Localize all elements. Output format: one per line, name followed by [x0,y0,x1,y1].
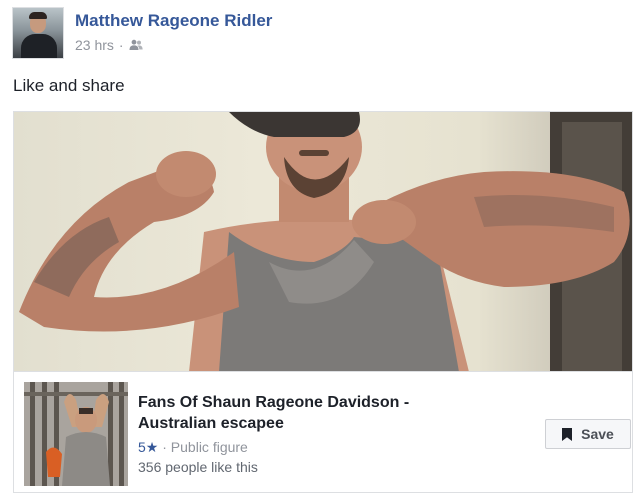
page-title[interactable]: Fans Of Shaun Rageone Davidson - Austral… [138,392,468,434]
post-meta: 23 hrs · [75,37,143,53]
save-button[interactable]: Save [545,419,631,449]
subtitle-separator: · [162,439,167,455]
post-timestamp[interactable]: 23 hrs [75,37,114,53]
page-likes: 356 people like this [138,459,258,475]
page-rating[interactable]: 5★ [138,439,158,455]
shared-photo[interactable] [13,111,633,371]
facebook-post: Matthew Rageone Ridler 23 hrs · Like and… [0,0,634,493]
page-category: Public figure [170,439,248,455]
bookmark-icon [562,427,573,441]
post-text: Like and share [13,76,125,95]
author-name[interactable]: Matthew Rageone Ridler [75,11,272,31]
page-preview-card[interactable]: Fans Of Shaun Rageone Davidson - Austral… [13,371,633,493]
meta-separator: · [118,37,124,53]
save-button-label: Save [581,426,614,442]
page-subtitle: 5★ · Public figure [138,438,248,457]
page-thumbnail[interactable] [24,382,128,486]
author-avatar[interactable] [12,7,64,59]
friends-icon[interactable] [129,39,143,51]
